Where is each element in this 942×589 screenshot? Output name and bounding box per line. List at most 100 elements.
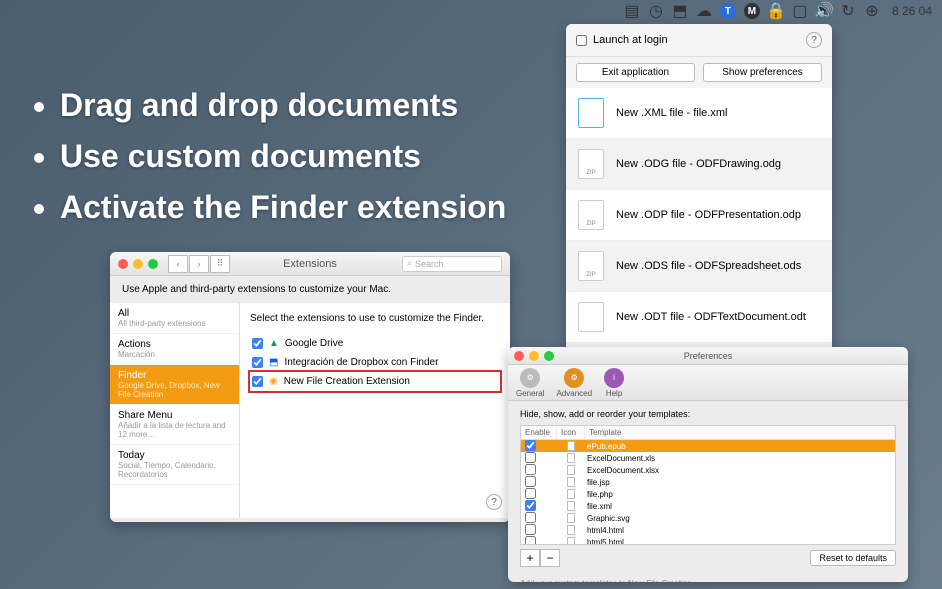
dropdown-item[interactable]: New .ODT file - ODFTextDocument.odt [566,292,832,343]
sidebar-item-today[interactable]: TodaySocial, Tiempo, Calendario, Recorda… [110,445,239,485]
t-icon[interactable]: T [720,3,736,19]
footer-text: Add your custom templates to New File Cr… [508,575,908,582]
lock-icon[interactable]: 🔒 [768,3,784,19]
general-icon: ⚙ [520,368,540,388]
reset-button[interactable]: Reset to defaults [810,550,896,566]
enable-checkbox[interactable] [525,452,536,463]
zoom-button[interactable] [544,351,554,361]
dropdown-item[interactable]: ZIPNew .ODP file - ODFPresentation.odp [566,190,832,241]
dropdown-item[interactable]: ZIPNew .ODG file - ODFDrawing.odg [566,139,832,190]
file-icon [567,489,575,499]
sidebar-item-actions[interactable]: ActionsMarcación [110,334,239,365]
forward-button[interactable]: › [189,255,209,273]
enable-checkbox[interactable] [525,524,536,535]
newfile-icon: ◉ [269,376,278,387]
close-button[interactable] [118,259,128,269]
bullet-2: Use custom documents [60,131,506,182]
dropbox-icon: ⬒ [269,357,278,368]
sidebar-item-finder[interactable]: FinderGoogle Drive, Dropbox, New File Cr… [110,365,239,405]
volume-icon[interactable]: 🔊 [816,3,832,19]
display-icon[interactable]: ▢ [792,3,808,19]
templates-label: Hide, show, add or reorder your template… [520,409,896,419]
menubar: ▤ ◷ ⬒ ☁ T M 🔒 ▢ 🔊 ↻ ⊕ 8 26 04 [614,0,942,22]
advanced-icon: ⚙ [564,368,584,388]
remove-button[interactable]: − [540,549,560,567]
dropdown-header: Launch at login ? [566,24,832,57]
m-icon[interactable]: M [744,3,760,19]
enable-checkbox[interactable] [525,464,536,475]
search-input[interactable]: ⌕ Search [402,256,502,272]
dropdown-item[interactable]: ZIPNew .ODS file - ODFSpreadsheet.ods [566,241,832,292]
add-button[interactable]: + [520,549,540,567]
clock-icon[interactable]: ◷ [648,3,664,19]
tab-general[interactable]: ⚙General [516,368,544,398]
extensions-content: Select the extensions to use to customiz… [240,303,510,518]
file-icon [578,302,604,332]
extension-checkbox[interactable] [252,357,263,368]
file-icon: ZIP [578,200,604,230]
close-button[interactable] [514,351,524,361]
sidebar-item-all[interactable]: AllAll third-party extensions [110,303,239,334]
help-icon[interactable]: ? [806,32,822,48]
extension-row: ⬒ Integración de Dropbox con Finder [250,353,500,372]
dropdown-item[interactable]: New .XML file - file.xml [566,88,832,139]
window-subtitle: Use Apple and third-party extensions to … [110,276,510,303]
enable-checkbox[interactable] [525,536,536,546]
enable-checkbox[interactable] [525,476,536,487]
dropbox-icon[interactable]: ⬒ [672,3,688,19]
toggle-icon[interactable]: ⊕ [864,3,880,19]
extensions-window: ‹ › ⠿ Extensions ⌕ Search Use Apple and … [110,252,510,522]
table-row[interactable]: file.jsp [521,476,895,488]
gdrive-icon: ▲ [269,338,279,349]
file-icon [567,513,575,523]
enable-checkbox[interactable] [525,488,536,499]
minimize-button[interactable] [529,351,539,361]
enable-checkbox[interactable] [525,440,536,451]
titlebar: Preferences [508,347,908,365]
table-row[interactable]: ExcelDocument.xls [521,452,895,464]
table-row[interactable]: file.xml [521,500,895,512]
nav-buttons: ‹ › ⠿ [168,255,230,273]
grid-button[interactable]: ⠿ [210,255,230,273]
table-row[interactable]: html4.html [521,524,895,536]
table-row[interactable]: html5.html [521,536,895,545]
document-icon[interactable]: ▤ [624,3,640,19]
show-preferences-button[interactable]: Show preferences [703,63,822,82]
zoom-button[interactable] [148,259,158,269]
cloud-icon[interactable]: ☁ [696,3,712,19]
file-icon [567,537,575,545]
enable-checkbox[interactable] [525,500,536,511]
preferences-window: Preferences ⚙General ⚙Advanced iHelp Hid… [508,347,908,582]
table-row[interactable]: Graphic.svg [521,512,895,524]
extension-row: ◉ New File Creation Extension [250,372,500,391]
exit-application-button[interactable]: Exit application [576,63,695,82]
extension-checkbox[interactable] [252,376,263,387]
sidebar: AllAll third-party extensions ActionsMar… [110,303,240,518]
bullet-3: Activate the Finder extension [60,182,506,233]
table-row[interactable]: ePub.epub [521,440,895,452]
extension-checkbox[interactable] [252,338,263,349]
tab-advanced[interactable]: ⚙Advanced [556,368,592,398]
file-icon: ZIP [578,251,604,281]
bullet-1: Drag and drop documents [60,80,506,131]
launch-at-login-checkbox[interactable] [576,35,587,46]
menubar-clock[interactable]: 8 26 04 [892,4,932,18]
templates-table: Enable Icon Template ePub.epubExcelDocum… [520,425,896,545]
tab-help[interactable]: iHelp [604,368,624,398]
file-icon [567,465,575,475]
table-row[interactable]: ExcelDocument.xlsx [521,464,895,476]
file-icon: ZIP [578,149,604,179]
file-icon [567,441,575,451]
window-title: Extensions [283,258,337,270]
history-icon[interactable]: ↻ [840,3,856,19]
sidebar-item-share[interactable]: Share MenuAñadir a la lista de lectura a… [110,405,239,445]
table-row[interactable]: file.php [521,488,895,500]
help-icon[interactable]: ? [486,494,502,510]
window-title: Preferences [684,351,733,361]
traffic-lights [118,259,158,269]
back-button[interactable]: ‹ [168,255,188,273]
enable-checkbox[interactable] [525,512,536,523]
minimize-button[interactable] [133,259,143,269]
launch-at-login-label: Launch at login [593,34,668,46]
marketing-bullets: Drag and drop documents Use custom docum… [30,80,506,234]
